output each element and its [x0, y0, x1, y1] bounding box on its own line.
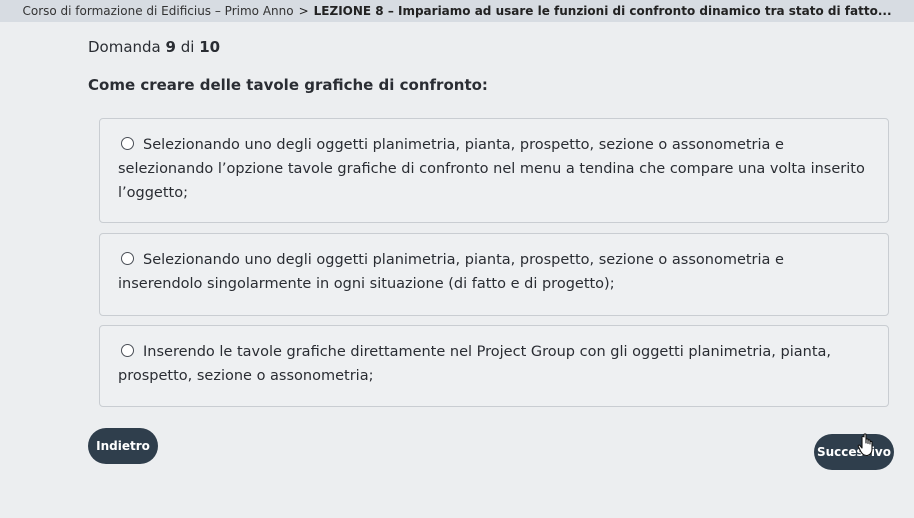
question-counter: Domanda 9 di 10 [88, 38, 220, 56]
back-button[interactable]: Indietro [88, 428, 158, 464]
breadcrumb-separator: > [298, 4, 309, 18]
question-label: Domanda [88, 38, 161, 56]
answer-option-text: Selezionando uno degli oggetti planimetr… [118, 137, 865, 201]
answer-option-text: Selezionando uno degli oggetti planimetr… [118, 252, 784, 292]
question-number: 9 [165, 38, 176, 56]
next-button[interactable]: Successivo [814, 434, 894, 470]
question-of-label: di [180, 38, 195, 56]
hand-pointer-cursor-icon [857, 433, 873, 457]
answer-option-3[interactable]: Inserendo le tavole grafiche direttament… [99, 325, 889, 407]
breadcrumb-course[interactable]: Corso di formazione di Edificius – Primo… [22, 4, 293, 18]
question-total: 10 [199, 38, 221, 56]
answer-option-text: Inserendo le tavole grafiche direttament… [118, 344, 831, 384]
answer-option-2[interactable]: Selezionando uno degli oggetti planimetr… [99, 233, 889, 316]
breadcrumb: Corso di formazione di Edificius – Primo… [0, 0, 914, 22]
radio-icon[interactable] [121, 252, 134, 265]
question-title: Come creare delle tavole grafiche di con… [88, 76, 488, 94]
breadcrumb-lesson: LEZIONE 8 – Impariamo ad usare le funzio… [313, 4, 892, 18]
radio-icon[interactable] [121, 137, 134, 150]
radio-icon[interactable] [121, 344, 134, 357]
answer-option-1[interactable]: Selezionando uno degli oggetti planimetr… [99, 118, 889, 223]
